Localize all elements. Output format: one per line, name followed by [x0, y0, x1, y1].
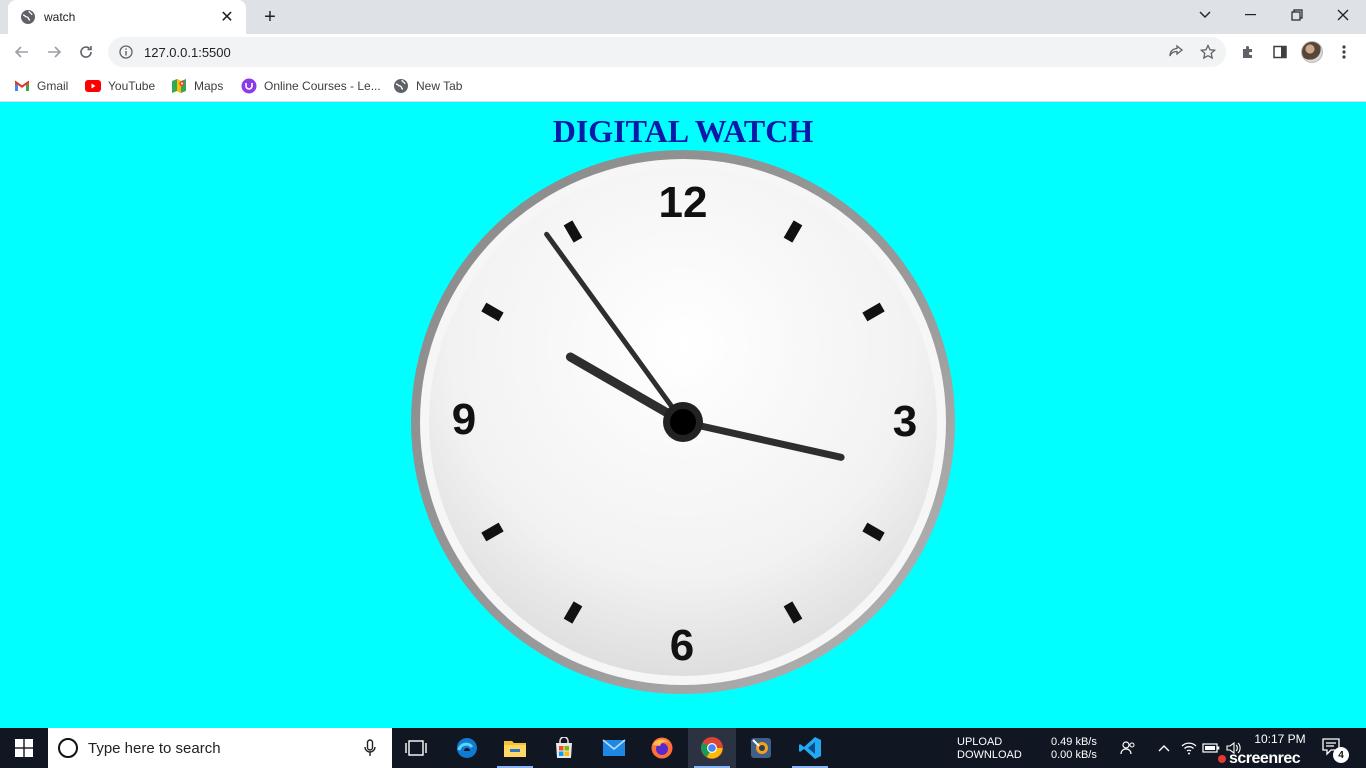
tab-watch[interactable]: watch ✕ — [8, 0, 246, 34]
windows-start-icon[interactable] — [0, 728, 48, 768]
new-tab-button[interactable]: + — [258, 6, 282, 28]
globe-icon — [20, 9, 36, 25]
record-dot-icon — [1218, 755, 1226, 763]
numeral-3: 3 — [893, 397, 917, 446]
bookmark-new-tab[interactable]: New Tab — [393, 76, 462, 96]
bookmark-star-icon[interactable] — [1196, 40, 1220, 64]
watermark-text: screenrec — [1229, 750, 1301, 767]
close-window-icon[interactable] — [1320, 0, 1366, 30]
bookmark-maps[interactable]: Maps — [171, 76, 223, 96]
numeral-12: 12 — [659, 178, 708, 227]
gmail-icon — [14, 78, 30, 94]
page-viewport: DIGITAL WATCH 12 3 6 9 — [0, 103, 1366, 728]
bookmark-online-courses[interactable]: Online Courses - Le... — [241, 76, 381, 96]
bookmark-label: Maps — [194, 79, 224, 93]
search-placeholder: Type here to search — [88, 739, 221, 757]
clock-center-dot — [670, 409, 696, 435]
file-explorer-icon[interactable] — [491, 728, 539, 768]
profile-avatar[interactable] — [1301, 41, 1323, 63]
cortana-icon — [58, 738, 78, 758]
more-menu-icon[interactable] — [1332, 40, 1356, 64]
network-upload-label: UPLOAD — [957, 736, 1003, 748]
analog-clock: 12 3 6 9 — [411, 150, 955, 694]
numeral-9: 9 — [452, 395, 476, 444]
url-text: 127.0.0.1:5500 — [144, 44, 231, 60]
side-panel-icon[interactable] — [1268, 40, 1292, 64]
courses-icon — [241, 78, 257, 94]
task-view-icon[interactable] — [392, 728, 440, 768]
chrome-icon[interactable] — [688, 728, 736, 768]
microsoft-store-icon[interactable] — [540, 728, 588, 768]
share-icon[interactable] — [1164, 40, 1188, 64]
network-download-label: DOWNLOAD — [957, 749, 1022, 761]
bookmark-label: YouTube — [108, 79, 156, 93]
media-app-icon[interactable] — [737, 728, 785, 768]
browser-toolbar: 127.0.0.1:5500 — [0, 34, 1366, 70]
minimize-icon[interactable] — [1228, 0, 1274, 30]
restore-icon[interactable] — [1274, 0, 1320, 30]
taskbar-search-input[interactable]: Type here to search — [48, 728, 392, 768]
bookmark-label: Online Courses - Le... — [264, 79, 381, 93]
bookmark-label: New Tab — [416, 79, 463, 93]
microphone-icon[interactable] — [360, 737, 380, 759]
vscode-icon[interactable] — [786, 728, 834, 768]
tab-strip: watch ✕ + — [0, 0, 1366, 34]
bookmark-gmail[interactable]: Gmail — [14, 76, 68, 96]
screenrec-watermark: screenrec — [1218, 750, 1301, 768]
maps-icon — [171, 78, 187, 94]
address-bar[interactable]: 127.0.0.1:5500 — [108, 37, 1226, 67]
numeral-6: 6 — [670, 621, 694, 670]
notification-count-badge: 4 — [1333, 747, 1349, 763]
extensions-puzzle-icon[interactable] — [1236, 40, 1260, 64]
page-title: DIGITAL WATCH — [552, 113, 814, 149]
network-upload-rate: 0.49 kB/s — [1051, 736, 1097, 748]
bookmark-youtube[interactable]: YouTube — [85, 76, 155, 96]
edge-icon[interactable] — [443, 728, 491, 768]
tray-chevron-up-icon[interactable] — [1155, 738, 1173, 758]
bookmarks-bar: Gmail YouTube Maps Online Courses - Le..… — [0, 70, 1366, 102]
bookmark-label: Gmail — [37, 79, 69, 93]
back-arrow-icon[interactable] — [8, 38, 36, 66]
globe-icon — [393, 78, 409, 94]
tab-search-chevron-icon[interactable] — [1182, 0, 1228, 30]
network-download-rate: 0.00 kB/s — [1051, 749, 1097, 761]
forward-arrow-icon[interactable] — [40, 38, 68, 66]
wifi-icon[interactable] — [1180, 738, 1198, 758]
people-icon[interactable] — [1119, 738, 1137, 758]
youtube-icon — [85, 78, 101, 94]
firefox-icon[interactable] — [638, 728, 686, 768]
taskbar-time[interactable]: 10:17 PM — [1250, 732, 1310, 746]
close-tab-icon[interactable]: ✕ — [218, 8, 236, 26]
windows-taskbar: Type here to search UPLOAD DOWNLOAD 0.49… — [0, 728, 1366, 768]
reload-icon[interactable] — [72, 38, 100, 66]
mail-icon[interactable] — [590, 728, 638, 768]
site-info-icon[interactable] — [118, 44, 134, 60]
tab-title: watch — [44, 10, 76, 24]
